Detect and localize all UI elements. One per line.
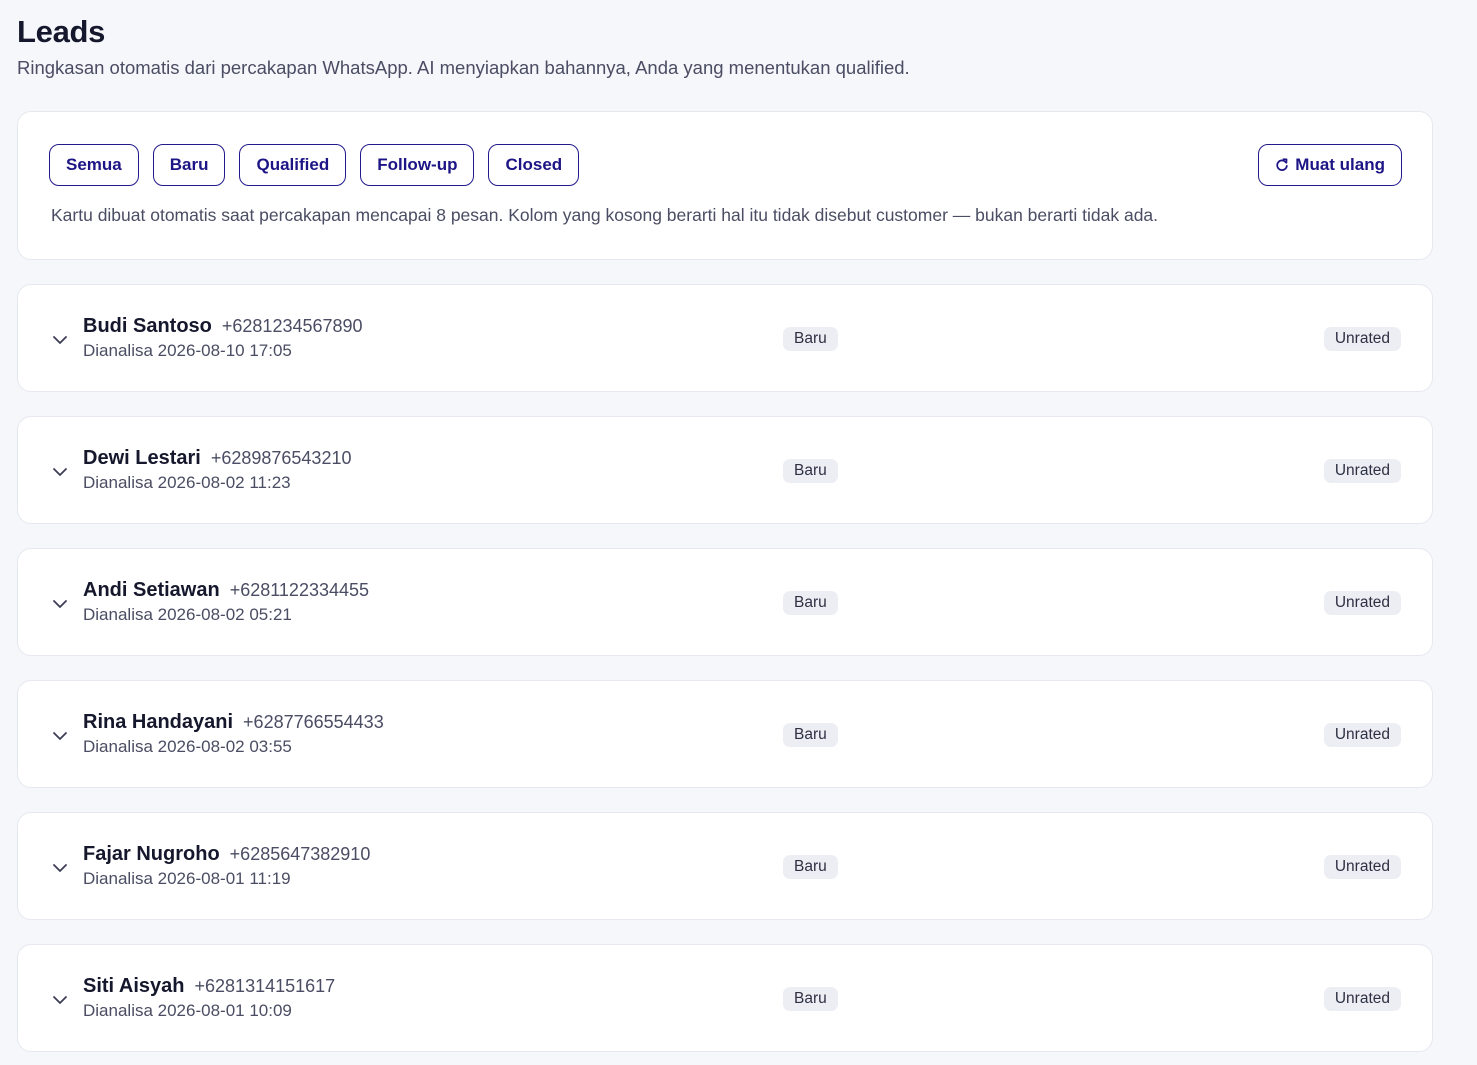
lead-card[interactable]: Rina Handayani +6287766554433 Dianalisa 2…: [17, 680, 1433, 788]
lead-phone: +6285647382910: [229, 844, 371, 864]
lead-name-text: Rina Handayani: [83, 711, 234, 733]
lead-name-text: Fajar Nugroho: [83, 843, 220, 865]
lead-name: Budi Santoso +6281234567890: [83, 315, 363, 338]
filter-chip-semua[interactable]: Semua: [49, 144, 139, 186]
lead-card[interactable]: Dewi Lestari +6289876543210 Dianalisa 202…: [17, 416, 1433, 524]
chevron-down-icon[interactable]: [52, 465, 68, 477]
lead-name: Siti Aisyah +6281314151617: [83, 975, 335, 998]
lead-card[interactable]: Fajar Nugroho +6285647382910 Dianalisa 20…: [17, 812, 1433, 920]
filter-card: Semua Baru Qualified Follow-up Closed Mu…: [17, 111, 1433, 260]
lead-name-text: Budi Santoso: [83, 315, 212, 337]
lead-analyzed-time: Dianalisa 2026-08-10 17:05: [83, 341, 292, 360]
filter-chips: Semua Baru Qualified Follow-up Closed: [49, 144, 580, 186]
rating-badge: Unrated: [1323, 459, 1401, 483]
lead-analyzed-time: Dianalisa 2026-08-02 03:55: [83, 737, 292, 756]
lead-phone: +6287766554433: [243, 712, 384, 732]
status-badge: Baru: [783, 459, 838, 483]
reload-button-label: Muat ulang: [1295, 155, 1385, 174]
filter-chip-baru[interactable]: Baru: [152, 144, 226, 186]
lead-phone: +6281234567890: [221, 316, 363, 336]
refresh-icon: [1275, 158, 1289, 172]
page-subtitle: Ringkasan otomatis dari percakapan Whats…: [17, 57, 910, 78]
rating-badge: Unrated: [1323, 987, 1401, 1011]
lead-phone: +6281314151617: [194, 976, 336, 996]
status-badge: Baru: [783, 855, 838, 879]
rating-badge: Unrated: [1323, 327, 1401, 351]
chevron-down-icon[interactable]: [52, 993, 68, 1005]
rating-badge: Unrated: [1323, 855, 1401, 879]
lead-name-text: Dewi Lestari: [83, 447, 201, 469]
chevron-down-icon[interactable]: [52, 597, 68, 609]
lead-analyzed-time: Dianalisa 2026-08-01 10:09: [83, 1001, 292, 1020]
rating-badge: Unrated: [1323, 591, 1401, 615]
status-badge: Baru: [783, 591, 838, 615]
lead-name-text: Siti Aisyah: [83, 975, 185, 997]
lead-name: Rina Handayani +6287766554433: [83, 711, 384, 734]
filter-chip-closed[interactable]: Closed: [488, 144, 580, 186]
rating-badge: Unrated: [1323, 723, 1401, 747]
lead-name: Andi Setiawan +6281122334455: [83, 579, 369, 602]
lead-card[interactable]: Siti Aisyah +6281314151617 Dianalisa 2026…: [17, 944, 1433, 1052]
status-badge: Baru: [783, 723, 838, 747]
lead-card[interactable]: Andi Setiawan +6281122334455 Dianalisa 20…: [17, 548, 1433, 656]
lead-phone: +6281122334455: [229, 580, 370, 600]
lead-name: Dewi Lestari +6289876543210: [83, 447, 351, 470]
reload-button[interactable]: Muat ulang: [1258, 144, 1402, 186]
page-title: Leads: [17, 14, 106, 49]
chevron-down-icon[interactable]: [52, 729, 68, 741]
status-badge: Baru: [783, 327, 838, 351]
lead-phone: +6289876543210: [210, 448, 352, 468]
status-badge: Baru: [783, 987, 838, 1011]
filter-chip-follow-up[interactable]: Follow-up: [360, 144, 475, 186]
lead-card[interactable]: Budi Santoso +6281234567890 Dianalisa 202…: [17, 284, 1433, 392]
info-note: Kartu dibuat otomatis saat percakapan me…: [51, 205, 1159, 225]
lead-analyzed-time: Dianalisa 2026-08-01 11:19: [83, 869, 291, 888]
lead-name: Fajar Nugroho +6285647382910: [83, 843, 370, 866]
lead-name-text: Andi Setiawan: [83, 579, 220, 601]
filter-chip-qualified[interactable]: Qualified: [239, 144, 347, 186]
lead-analyzed-time: Dianalisa 2026-08-02 05:21: [83, 605, 292, 624]
chevron-down-icon[interactable]: [52, 861, 68, 873]
lead-analyzed-time: Dianalisa 2026-08-02 11:23: [83, 473, 291, 492]
chevron-down-icon[interactable]: [52, 333, 68, 345]
